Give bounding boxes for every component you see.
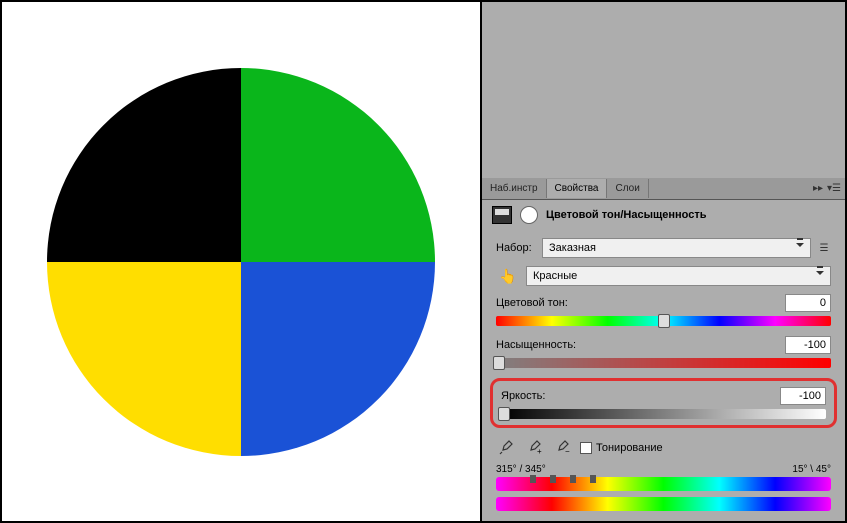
range-marker[interactable] — [550, 475, 556, 483]
saturation-label: Насыщенность: — [496, 339, 576, 351]
preset-label: Набор: — [496, 242, 536, 254]
range-left-label: 315° / 345° — [496, 464, 546, 475]
lightness-highlight: Яркость: — [490, 378, 837, 428]
tab-tools[interactable]: Наб.инстр — [482, 179, 547, 198]
hue-label: Цветовой тон: — [496, 297, 568, 309]
saturation-slider-thumb[interactable] — [493, 356, 505, 370]
range-right-label: 15° \ 45° — [792, 464, 831, 475]
circle-quadrant-black — [47, 68, 241, 262]
eyedropper-subtract-icon[interactable]: − — [552, 438, 572, 458]
panel-empty-space — [482, 2, 845, 178]
lightness-label: Яркость: — [501, 390, 545, 402]
hue-slider-thumb[interactable] — [658, 314, 670, 328]
range-marker[interactable] — [570, 475, 576, 483]
color-circle — [47, 68, 435, 456]
colorize-checkbox[interactable]: Тонирование — [580, 442, 663, 454]
eyedropper-icon[interactable] — [496, 438, 516, 458]
hsl-adjustment-icon[interactable] — [492, 206, 512, 224]
svg-text:+: + — [537, 447, 542, 456]
circle-quadrant-yellow — [47, 262, 241, 456]
channel-dropdown[interactable]: Красные — [526, 266, 831, 286]
checkbox-icon — [580, 442, 592, 454]
canvas-area[interactable] — [2, 2, 480, 521]
colorize-label: Тонирование — [596, 442, 663, 454]
preset-dropdown[interactable]: Заказная — [542, 238, 811, 258]
tab-properties[interactable]: Свойства — [547, 179, 608, 198]
saturation-slider[interactable] — [496, 358, 831, 368]
color-range-bar-bottom — [496, 497, 831, 511]
range-marker[interactable] — [530, 475, 536, 483]
svg-text:−: − — [565, 447, 570, 456]
collapse-icon[interactable]: ▸▸ — [811, 182, 825, 196]
range-marker[interactable] — [590, 475, 596, 483]
circle-quadrant-blue — [241, 262, 435, 456]
hue-input[interactable] — [785, 294, 831, 312]
lightness-input[interactable] — [780, 387, 826, 405]
panel-title: Цветовой тон/Насыщенность — [546, 209, 707, 221]
mask-icon[interactable] — [520, 206, 538, 224]
lightness-slider[interactable] — [501, 409, 826, 419]
saturation-input[interactable] — [785, 336, 831, 354]
eyedropper-add-icon[interactable]: + — [524, 438, 544, 458]
lightness-slider-thumb[interactable] — [498, 407, 510, 421]
panel-menu-icon[interactable]: ▾☰ — [827, 182, 841, 196]
preset-menu-icon[interactable]: ☰ — [817, 241, 831, 255]
hue-slider[interactable] — [496, 316, 831, 326]
circle-quadrant-green — [241, 68, 435, 262]
tab-layers[interactable]: Слои — [607, 179, 648, 198]
color-range-bar-top[interactable] — [496, 477, 831, 491]
targeted-adjust-icon[interactable]: 👆 — [496, 266, 520, 286]
